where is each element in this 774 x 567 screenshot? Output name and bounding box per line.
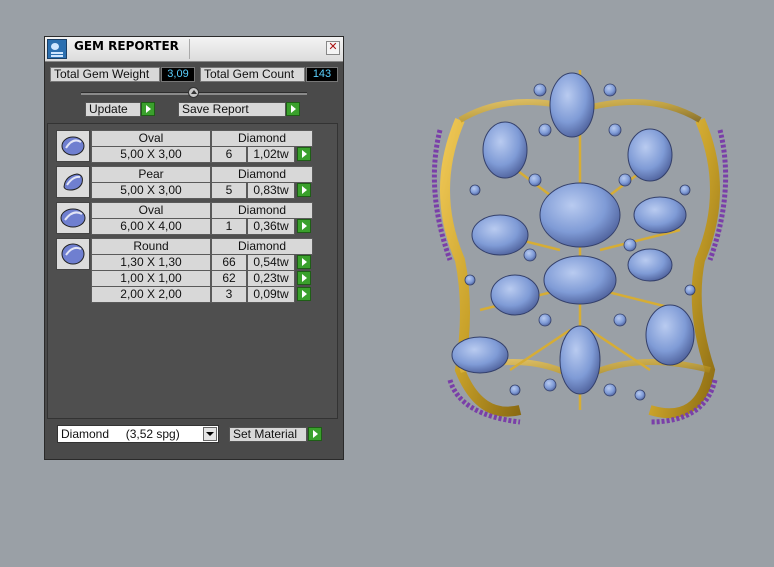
gem-thumbnail-icon: [56, 166, 90, 198]
total-gem-weight-value: 3,09: [161, 67, 195, 82]
gem-reporter-icon: [47, 39, 67, 59]
gem-count-cell: 62: [211, 270, 247, 287]
gem-weight-cell: 0,36tw: [247, 218, 295, 235]
gem-size-cell: 5,00 X 3,00: [91, 182, 211, 199]
select-gems-play-icon[interactable]: [297, 271, 311, 285]
gem-size-cell: 5,00 X 3,00: [91, 146, 211, 163]
gem-weight-cell: 0,83tw: [247, 182, 295, 199]
gem-shape-cell: Oval: [91, 202, 211, 219]
dropdown-arrow-icon[interactable]: [203, 427, 217, 441]
gem-material-cell: Diamond: [211, 202, 313, 219]
total-gem-weight-label: Total Gem Weight: [50, 67, 160, 82]
slider-knob-icon[interactable]: [188, 87, 199, 98]
gem-weight-cell: 0,09tw: [247, 286, 295, 303]
gem-shape-cell: Round: [91, 238, 211, 255]
gem-size-cell: 6,00 X 4,00: [91, 218, 211, 235]
set-material-button[interactable]: Set Material: [229, 427, 307, 442]
material-select-value: Diamond (3,52 spg): [61, 427, 180, 441]
gem-count-cell: 3: [211, 286, 247, 303]
gem-size-cell: 1,00 X 1,00: [91, 270, 211, 287]
update-play-icon[interactable]: [141, 102, 155, 116]
gem-count-cell: 1: [211, 218, 247, 235]
gem-count-cell: 6: [211, 146, 247, 163]
gem-shape-cell: Oval: [91, 130, 211, 147]
gem-material-cell: Diamond: [211, 130, 313, 147]
gem-thumbnail-icon: [56, 130, 90, 162]
total-gem-count-label: Total Gem Count: [200, 67, 305, 82]
close-icon[interactable]: ✕: [326, 41, 340, 55]
gem-shape-cell: Pear: [91, 166, 211, 183]
gem-material-cell: Diamond: [211, 238, 313, 255]
gem-size-cell: 1,30 X 1,30: [91, 254, 211, 271]
window-title: GEM REPORTER: [74, 39, 179, 53]
ring-render-image: [431, 70, 729, 425]
gem-thumbnail-icon: [56, 238, 90, 270]
gem-count-cell: 5: [211, 182, 247, 199]
gem-list: Oval Diamond 5,00 X 3,00 6 1,02tw Pear D…: [47, 123, 338, 419]
total-gem-count-value: 143: [306, 67, 338, 82]
select-gems-play-icon[interactable]: [297, 287, 311, 301]
gem-count-cell: 66: [211, 254, 247, 271]
set-material-play-icon[interactable]: [308, 427, 322, 441]
3d-viewport[interactable]: [420, 50, 740, 440]
title-divider: [189, 39, 190, 59]
select-gems-play-icon[interactable]: [297, 219, 311, 233]
material-select[interactable]: Diamond (3,52 spg): [57, 425, 219, 443]
gem-weight-cell: 0,54tw: [247, 254, 295, 271]
title-bar[interactable]: GEM REPORTER ✕: [45, 37, 343, 62]
select-gems-play-icon[interactable]: [297, 147, 311, 161]
gem-thumbnail-icon: [56, 202, 90, 234]
gem-weight-cell: 0,23tw: [247, 270, 295, 287]
gem-weight-cell: 1,02tw: [247, 146, 295, 163]
update-button[interactable]: Update: [85, 102, 141, 117]
save-report-play-icon[interactable]: [286, 102, 300, 116]
select-gems-play-icon[interactable]: [297, 183, 311, 197]
gem-reporter-panel: GEM REPORTER ✕ Total Gem Weight 3,09 Tot…: [44, 36, 344, 460]
gem-material-cell: Diamond: [211, 166, 313, 183]
gem-size-cell: 2,00 X 2,00: [91, 286, 211, 303]
save-report-button[interactable]: Save Report: [178, 102, 286, 117]
select-gems-play-icon[interactable]: [297, 255, 311, 269]
